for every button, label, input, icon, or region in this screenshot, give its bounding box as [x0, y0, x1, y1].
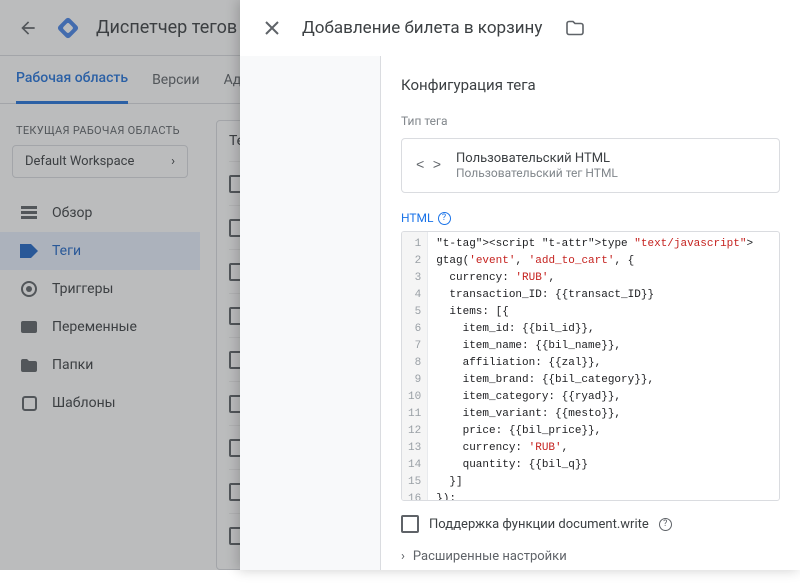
- panel-header: Добавление билета в корзину: [240, 0, 800, 56]
- help-icon[interactable]: ?: [438, 212, 451, 225]
- chevron-right-icon: ›: [401, 549, 405, 564]
- folder-outline-icon[interactable]: [566, 19, 584, 37]
- html-field-label: HTML ?: [401, 211, 780, 225]
- tag-type-name: Пользовательский HTML: [456, 151, 618, 166]
- code-content[interactable]: "t-tag"><script "t-attr">type "text/java…: [428, 232, 761, 500]
- document-write-checkbox[interactable]: [401, 515, 419, 533]
- tag-type-label: Тип тега: [401, 114, 780, 128]
- code-editor[interactable]: 1234567891011121314151617 "t-tag"><scrip…: [401, 231, 780, 501]
- tag-type-sub: Пользовательский тег HTML: [456, 166, 618, 180]
- advanced-label: Расширенные настройки: [413, 549, 567, 564]
- close-icon[interactable]: [260, 16, 284, 40]
- tag-config-card: Конфигурация тега Тип тега < > Пользоват…: [380, 56, 800, 570]
- advanced-settings-toggle[interactable]: › Расширенные настройки: [401, 549, 780, 564]
- tag-type-selector[interactable]: < > Пользовательский HTML Пользовательск…: [401, 138, 780, 193]
- document-write-label: Поддержка функции document.write: [429, 517, 649, 532]
- line-gutter: 1234567891011121314151617: [402, 232, 428, 500]
- tag-editor-panel: Добавление билета в корзину Конфигурация…: [240, 0, 800, 570]
- code-brackets-icon: < >: [416, 158, 440, 174]
- config-heading: Конфигурация тега: [401, 76, 780, 94]
- panel-title: Добавление билета в корзину: [302, 18, 542, 38]
- help-icon[interactable]: ?: [659, 518, 672, 531]
